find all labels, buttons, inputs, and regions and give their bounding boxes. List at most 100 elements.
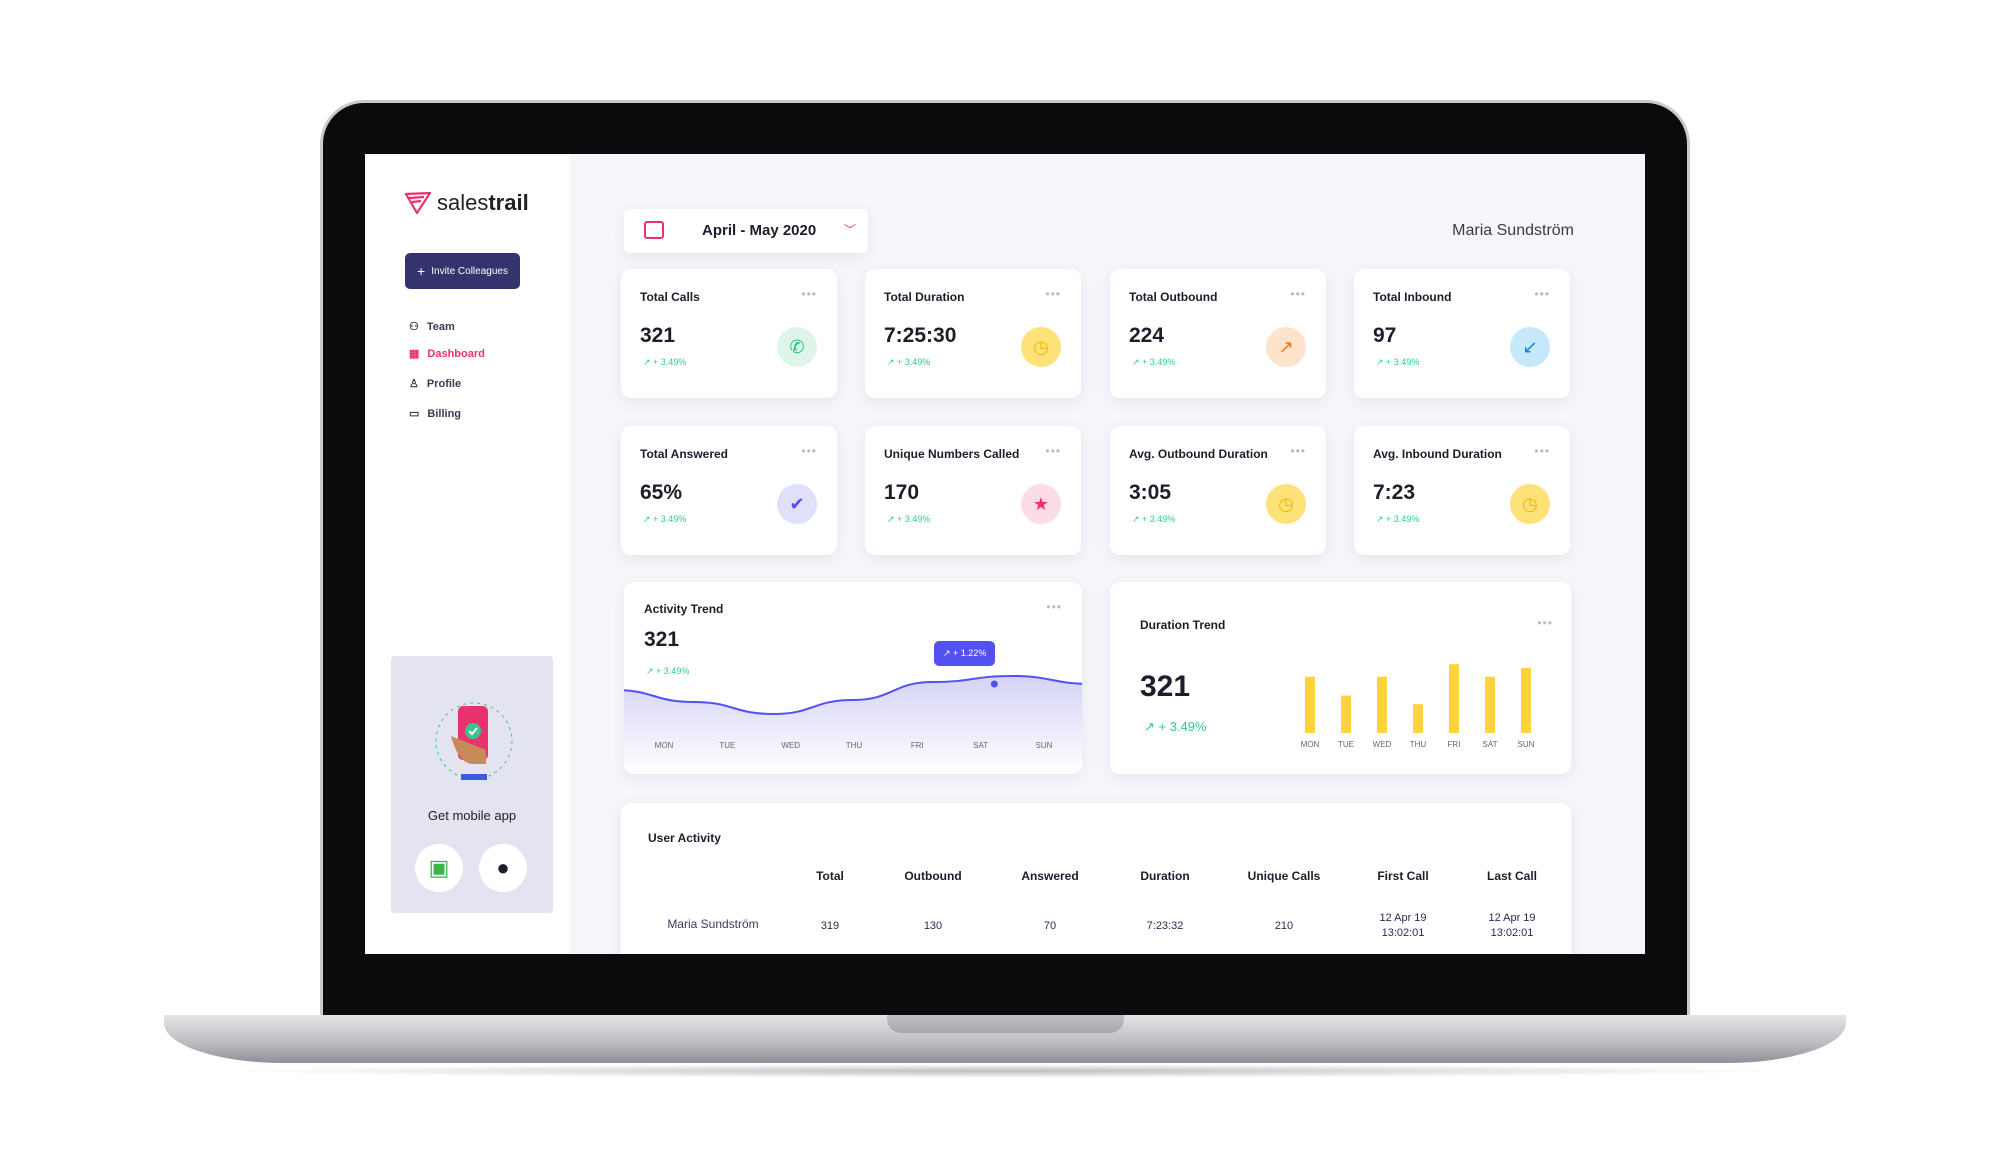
dashboard-icon: ▦ xyxy=(409,348,420,360)
column-header[interactable]: First Call xyxy=(1348,869,1458,883)
column-header[interactable]: Total xyxy=(775,869,885,883)
apple-store-button[interactable]: ● xyxy=(479,844,527,892)
more-options-icon[interactable]: ••• xyxy=(1045,287,1061,301)
laptop-shadow xyxy=(220,1064,1790,1078)
x-tick-label: THU xyxy=(846,741,863,750)
column-header[interactable]: Unique Calls xyxy=(1229,869,1339,883)
star-icon: ★ xyxy=(1021,484,1061,524)
change-text: + 3.49% xyxy=(897,357,931,367)
invite-label: Invite Colleagues xyxy=(431,265,508,277)
stat-card: Unique Numbers Called ••• 170 ↗ + 3.49% … xyxy=(865,426,1081,555)
more-options-icon[interactable]: ••• xyxy=(801,444,817,458)
x-tick-label: WED xyxy=(781,741,800,750)
inbound-call-icon: ↙ xyxy=(1510,327,1550,367)
duration-bar[interactable] xyxy=(1341,695,1351,734)
stat-change: ↗ + 3.49% xyxy=(1376,514,1420,524)
change-text: + 3.49% xyxy=(1142,357,1176,367)
duration-bar[interactable] xyxy=(1449,664,1459,733)
date-range-picker[interactable]: April - May 2020 ﹀ xyxy=(624,209,868,253)
stat-label: Total Inbound xyxy=(1373,290,1452,304)
nav-label: Billing xyxy=(427,407,462,420)
sidebar-item-team[interactable]: ⚇ Team xyxy=(409,320,455,334)
activity-chart: MON TUE WED THU FRI SAT SUN xyxy=(624,674,1082,774)
row-user-name[interactable]: Maria Sundström xyxy=(643,917,783,932)
table-cell: 12 Apr 19 13:02:01 xyxy=(1488,912,1536,939)
sidebar-item-billing[interactable]: ▭ Billing xyxy=(409,407,462,421)
column-header[interactable]: Duration xyxy=(1110,869,1220,883)
more-options-icon[interactable]: ••• xyxy=(1290,287,1306,301)
table-cell: 130 xyxy=(923,920,943,932)
more-options-icon[interactable]: ••• xyxy=(1534,287,1550,301)
outbound-call-icon: ↗ xyxy=(1266,327,1306,367)
column-header[interactable]: Answered xyxy=(995,869,1105,883)
x-tick-label: TUE xyxy=(1338,740,1354,749)
x-tick-label: SAT xyxy=(1483,740,1498,749)
more-options-icon[interactable]: ••• xyxy=(1534,444,1550,458)
x-tick-label: FRI xyxy=(911,741,924,750)
column-header[interactable]: Last Call xyxy=(1457,869,1567,883)
table-cell: 210 xyxy=(1274,920,1294,932)
clock-icon: ◷ xyxy=(1510,484,1550,524)
invite-colleagues-button[interactable]: + Invite Colleagues xyxy=(405,253,520,289)
stat-value: 7:25:30 xyxy=(884,324,957,347)
duration-bar[interactable] xyxy=(1485,676,1495,733)
stat-change: ↗ + 3.49% xyxy=(1132,514,1176,524)
more-options-icon[interactable]: ••• xyxy=(801,287,817,301)
stat-label: Unique Numbers Called xyxy=(884,447,1020,461)
x-tick-label: MON xyxy=(1301,740,1320,749)
duration-trend-card: Duration Trend ••• 321 ↗ + 3.49% MON TUE W… xyxy=(1110,582,1571,774)
x-tick-label: TUE xyxy=(719,741,735,750)
stat-card: Total Duration ••• 7:25:30 ↗ + 3.49% ◷ xyxy=(865,269,1081,398)
clock-icon: ◷ xyxy=(1021,327,1061,367)
check-icon: ✔ xyxy=(777,484,817,524)
change-text: + 3.49% xyxy=(897,514,931,524)
clock-icon: ◷ xyxy=(1266,484,1306,524)
profile-icon: ♙ xyxy=(409,378,419,390)
logo[interactable]: salestrail xyxy=(405,190,529,216)
duration-chart: MON TUE WED THU FRI SAT SUN xyxy=(1301,664,1535,749)
stat-card: Avg. Inbound Duration ••• 7:23 ↗ + 3.49%… xyxy=(1354,426,1570,555)
sidebar-item-profile[interactable]: ♙ Profile xyxy=(409,377,461,391)
column-header[interactable]: Outbound xyxy=(878,869,988,883)
duration-bar[interactable] xyxy=(1377,676,1387,733)
get-mobile-app-label: Get mobile app xyxy=(427,808,517,823)
table-title: User Activity xyxy=(648,831,721,845)
phone-icon: ✆ xyxy=(777,327,817,367)
activity-point[interactable] xyxy=(990,680,998,688)
more-options-icon[interactable]: ••• xyxy=(1045,444,1061,458)
activity-area xyxy=(624,676,1082,774)
stat-label: Total Calls xyxy=(640,290,700,304)
user-name[interactable]: Maria Sundström xyxy=(1452,222,1574,240)
table-cell: 319 xyxy=(820,920,840,932)
duration-bar[interactable] xyxy=(1305,676,1315,733)
apple-icon: ● xyxy=(496,855,510,880)
change-text: + 3.49% xyxy=(1386,357,1420,367)
stat-change: ↗ + 3.49% xyxy=(887,514,931,524)
stat-card: Total Calls ••• 321 ↗ + 3.49% ✆ xyxy=(621,269,837,398)
more-options-icon[interactable]: ••• xyxy=(1290,444,1306,458)
x-tick-label: SUN xyxy=(1518,740,1535,749)
plus-icon: + xyxy=(417,263,426,279)
activity-trend-card: Activity Trend ••• 321 ↗ + 3.49% MON TUE W… xyxy=(624,582,1082,774)
stat-label: Avg. Outbound Duration xyxy=(1129,447,1268,461)
brand-name-bold: trail xyxy=(488,190,529,215)
duration-bar[interactable] xyxy=(1413,704,1423,733)
x-tick-label: SAT xyxy=(973,741,988,750)
date-range-value: April - May 2020 xyxy=(702,222,817,239)
stat-label: Avg. Inbound Duration xyxy=(1373,447,1502,461)
x-tick-label: SUN xyxy=(1036,741,1053,750)
sidebar-item-dashboard[interactable]: ▦ Dashboard xyxy=(409,347,485,361)
laptop-screen: salestrail + Invite Colleagues ⚇ Team ▦ Das… xyxy=(365,154,1645,954)
stat-change: ↗ + 3.49% xyxy=(1132,357,1176,367)
x-tick-label: WED xyxy=(1373,740,1392,749)
salestrail-logo-icon xyxy=(405,192,431,214)
x-tick-label: MON xyxy=(655,741,674,750)
change-text: + 3.49% xyxy=(1142,514,1176,524)
change-text: + 3.49% xyxy=(653,514,687,524)
stat-value: 224 xyxy=(1129,324,1165,347)
stat-value: 3:05 xyxy=(1129,481,1172,504)
android-store-button[interactable]: ▣ xyxy=(415,844,463,892)
duration-bar[interactable] xyxy=(1521,668,1531,733)
stat-card: Avg. Outbound Duration ••• 3:05 ↗ + 3.49… xyxy=(1110,426,1326,555)
sidebar: salestrail + Invite Colleagues ⚇ Team ▦ Das… xyxy=(365,154,570,954)
